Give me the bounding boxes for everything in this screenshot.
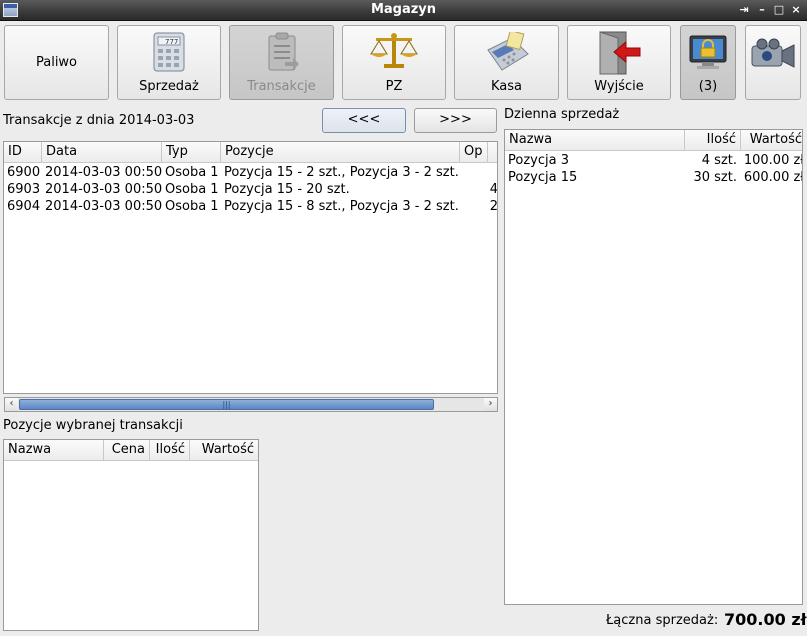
exit-door-icon (594, 30, 644, 80)
cell-id: 6904 (7, 199, 41, 214)
daily-sales-header: Nazwa Ilość Wartość (505, 130, 802, 151)
minimize-icon[interactable]: – (755, 3, 769, 17)
paliwo-button[interactable]: Paliwo (4, 25, 109, 100)
cell-pozycje: Pozycja 15 - 2 szt., Pozycja 3 - 2 szt. (224, 165, 459, 180)
transactions-table[interactable]: ID Data Typ Pozycje Op 6900 2014-03-03 0… (3, 141, 498, 394)
scrollbar-thumb[interactable]: ||| (19, 399, 434, 410)
cell-id: 6903 (7, 182, 41, 197)
kasa-label: Kasa (490, 79, 522, 94)
window-title: Magazyn (370, 2, 437, 17)
pz-label: PZ (385, 79, 403, 94)
wyjscie-button[interactable]: Wyjście (567, 25, 671, 100)
monitor-lock-icon (688, 34, 728, 78)
pin-icon[interactable]: ⇥ (737, 3, 751, 17)
table-row[interactable]: 6904 2014-03-03 00:50 Osoba 1 Pozycja 15… (4, 198, 497, 215)
transakcje-label: Transakcje (247, 79, 316, 94)
cell-pozycje: Pozycja 15 - 20 szt. (224, 182, 350, 197)
selected-items-table[interactable]: Nazwa Cena Ilość Wartość (3, 439, 259, 631)
cell-wartosc: 600.00 zł (743, 170, 803, 185)
wyjscie-label: Wyjście (594, 79, 644, 94)
col-cena[interactable]: Cena (104, 440, 150, 461)
cell-nazwa: Pozycja 3 (508, 153, 569, 168)
total-label: Łączna sprzedaż: (606, 613, 719, 628)
table-row[interactable]: Pozycja 3 4 szt. 100.00 zł (505, 152, 802, 169)
col-nazwa[interactable]: Nazwa (505, 130, 685, 151)
table-row[interactable]: 6903 2014-03-03 00:50 Osoba 1 Pozycja 15… (4, 181, 497, 198)
next-day-button[interactable]: >>> (414, 108, 497, 133)
daily-sales-table[interactable]: Nazwa Ilość Wartość Pozycja 3 4 szt. 100… (504, 129, 803, 605)
lock-button[interactable]: (3) (680, 25, 736, 100)
scroll-right-icon[interactable]: › (484, 398, 497, 411)
col-wartosc[interactable]: Wartość (190, 440, 258, 461)
cell-typ: Osoba 1 (165, 199, 219, 214)
transactions-date-label: Transakcje z dnia 2014-03-03 (3, 113, 195, 128)
col-typ[interactable]: Typ (162, 142, 221, 163)
sprzedaz-button[interactable]: 777 Sprzedaż (117, 25, 221, 100)
cell-ilosc: 30 szt. (693, 170, 737, 185)
cell-pozycje: Pozycja 15 - 8 szt., Pozycja 3 - 2 szt. (224, 199, 459, 214)
cell-data: 2014-03-03 00:50 (45, 165, 162, 180)
close-icon[interactable]: × (789, 3, 803, 17)
lock-count-label: (3) (698, 79, 718, 94)
kasa-button[interactable]: Kasa (454, 25, 559, 100)
transactions-table-header: ID Data Typ Pozycje Op (4, 142, 497, 163)
scroll-left-icon[interactable]: ‹ (5, 398, 18, 411)
col-nazwa[interactable]: Nazwa (4, 440, 104, 461)
svg-text:777: 777 (165, 38, 178, 46)
cell-data: 2014-03-03 00:50 (45, 182, 162, 197)
pz-button[interactable]: PZ (342, 25, 446, 100)
cell-typ: Osoba 1 (165, 182, 219, 197)
paliwo-label: Paliwo (35, 55, 78, 70)
cell-op: 2 (489, 199, 498, 214)
cell-id: 6900 (7, 165, 41, 180)
daily-sales-label: Dzienna sprzedaż (504, 107, 620, 122)
table-row[interactable]: 6900 2014-03-03 00:50 Osoba 1 Pozycja 15… (4, 164, 497, 181)
sprzedaz-label: Sprzedaż (139, 79, 199, 94)
camera-button[interactable] (745, 25, 801, 100)
col-pozycje[interactable]: Pozycje (221, 142, 460, 163)
window-titlebar: Magazyn ⇥ – □ × (0, 0, 807, 21)
card-terminal-icon (482, 29, 532, 80)
total-value: 700.00 zł (724, 610, 807, 629)
prev-day-button[interactable]: <<< (322, 108, 406, 133)
clipboard-icon (265, 32, 299, 78)
transactions-hscrollbar[interactable]: ‹ ||| › (4, 397, 498, 412)
cell-nazwa: Pozycja 15 (508, 170, 578, 185)
selected-items-header: Nazwa Cena Ilość Wartość (4, 440, 258, 461)
camera-icon (750, 38, 796, 76)
cell-op: 4 (489, 182, 498, 197)
transakcje-button[interactable]: Transakcje (229, 25, 334, 100)
table-row[interactable]: Pozycja 15 30 szt. 600.00 zł (505, 169, 802, 186)
scales-icon (369, 32, 419, 74)
calculator-icon: 777 (152, 32, 186, 76)
selected-items-label: Pozycje wybranej transakcji (3, 418, 183, 433)
col-ilosc[interactable]: Ilość (150, 440, 190, 461)
cell-ilosc: 4 szt. (701, 153, 737, 168)
cell-typ: Osoba 1 (165, 165, 219, 180)
col-id[interactable]: ID (4, 142, 42, 163)
cell-data: 2014-03-03 00:50 (45, 199, 162, 214)
col-op[interactable]: Op (460, 142, 488, 163)
col-data[interactable]: Data (42, 142, 162, 163)
col-wartosc[interactable]: Wartość (741, 130, 802, 151)
maximize-icon[interactable]: □ (772, 3, 786, 17)
col-ilosc[interactable]: Ilość (685, 130, 741, 151)
cell-wartosc: 100.00 zł (743, 153, 803, 168)
